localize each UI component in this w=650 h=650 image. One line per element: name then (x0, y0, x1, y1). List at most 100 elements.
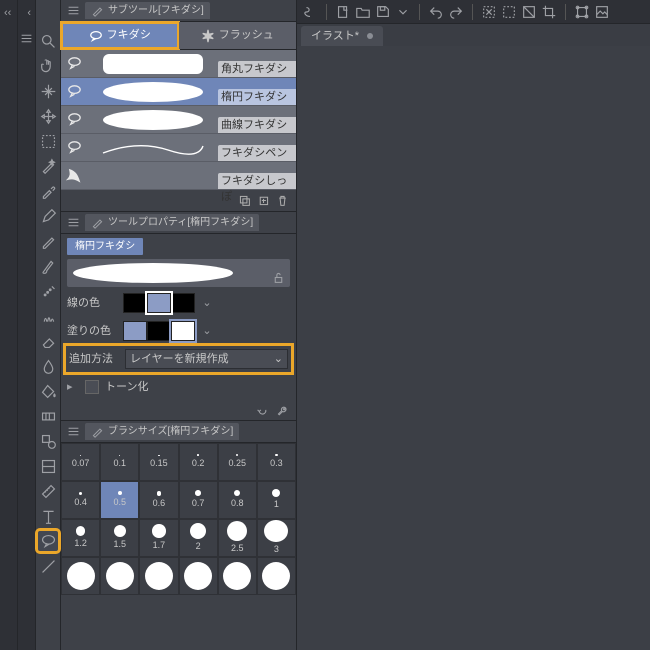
chevron-down-icon[interactable] (394, 3, 412, 21)
brush-size-cell[interactable] (257, 557, 296, 595)
eraser-tool[interactable] (37, 330, 59, 352)
tp-tool-name: 楕円フキダシ (67, 238, 143, 255)
chevron-down-icon[interactable]: ⌄ (201, 296, 213, 310)
brush-size-cell[interactable]: 0.3 (257, 443, 296, 481)
brush-size-cell[interactable]: 1.7 (139, 519, 178, 557)
canvas-area[interactable] (297, 46, 650, 650)
invert-select-icon[interactable] (520, 3, 538, 21)
chevron-down-icon[interactable]: ⌄ (201, 324, 213, 338)
pen-tool[interactable] (37, 205, 59, 227)
app-icon[interactable] (301, 3, 319, 21)
top-toolbar (297, 0, 650, 24)
reset-icon[interactable] (254, 403, 270, 419)
brush-size-cell[interactable]: 2.5 (218, 519, 257, 557)
subtool-category-balloon[interactable]: フキダシ (61, 22, 179, 49)
canvas-icon[interactable] (593, 3, 611, 21)
brush-size-cell[interactable]: 0.4 (61, 481, 100, 519)
brush-size-cell[interactable]: 0.1 (100, 443, 139, 481)
airbrush-tool[interactable] (37, 280, 59, 302)
brush-size-grid: 0.070.10.150.20.250.3 0.40.50.60.70.81 1.2… (61, 443, 296, 595)
brush-size-cell[interactable] (61, 557, 100, 595)
line-color-swatches[interactable] (123, 293, 195, 313)
duplicate-icon[interactable] (255, 192, 271, 208)
balloon-tool[interactable] (37, 530, 59, 552)
deselect-icon[interactable] (480, 3, 498, 21)
brush-size-cell[interactable] (139, 557, 178, 595)
brush-size-cell[interactable] (179, 557, 218, 595)
move-canvas-tool[interactable] (37, 55, 59, 77)
brush-size-cell[interactable]: 0.8 (218, 481, 257, 519)
brush-size-cell[interactable]: 0.25 (218, 443, 257, 481)
subtool-panel-tab[interactable]: サブツール[フキダシ] (85, 2, 210, 19)
tp-tone-row: ▸ トーン化 (67, 375, 290, 399)
select-tool[interactable] (37, 130, 59, 152)
open-icon[interactable] (354, 3, 372, 21)
save-icon[interactable] (374, 3, 392, 21)
copy-icon[interactable] (236, 192, 252, 208)
blend-tool[interactable] (37, 355, 59, 377)
lock-icon[interactable] (270, 269, 286, 285)
undo-icon[interactable] (427, 3, 445, 21)
subtool-list: 角丸フキダシ 楕円フキダシ 曲線フキダシ フキダシペン フキダシしっぽ (61, 50, 296, 190)
brush-size-cell[interactable]: 3 (257, 519, 296, 557)
toolprop-panel-tab[interactable]: ツールプロパティ[楕円フキダシ] (85, 214, 259, 231)
dock-strip[interactable] (18, 0, 36, 650)
menu-icon[interactable] (65, 215, 81, 231)
menu-icon[interactable] (65, 3, 81, 19)
select-all-icon[interactable] (500, 3, 518, 21)
crop-icon[interactable] (540, 3, 558, 21)
brush-size-cell[interactable]: 1 (257, 481, 296, 519)
brush-size-cell[interactable] (218, 557, 257, 595)
deco-tool[interactable] (37, 305, 59, 327)
trash-icon[interactable] (274, 192, 290, 208)
document-tab[interactable]: イラスト* (301, 26, 383, 46)
brush-size-cell[interactable]: 0.15 (139, 443, 178, 481)
tp-line-color-row: 線の色 ⌄ (67, 291, 290, 315)
brush-size-cell[interactable]: 2 (179, 519, 218, 557)
brush-size-cell[interactable]: 0.5 (100, 481, 139, 519)
menu-icon[interactable] (19, 30, 35, 46)
gradient-tool[interactable] (37, 405, 59, 427)
brushsize-panel-header: ブラシサイズ[楕円フキダシ] (61, 421, 296, 443)
brush-size-cell[interactable]: 1.2 (61, 519, 100, 557)
subtool-panel-header: サブツール[フキダシ] (61, 0, 296, 22)
fill-color-swatches[interactable] (123, 321, 195, 341)
wand-tool[interactable] (37, 155, 59, 177)
fill-tool[interactable] (37, 380, 59, 402)
brush-size-cell[interactable]: 0.7 (179, 481, 218, 519)
transform-icon[interactable] (573, 3, 591, 21)
magnifier-tool[interactable] (37, 30, 59, 52)
wrench-icon[interactable] (274, 403, 290, 419)
tp-preview (67, 259, 290, 287)
eyedropper-tool[interactable] (37, 180, 59, 202)
subtool-item-tail[interactable]: フキダシしっぽ (61, 162, 296, 190)
move-tool[interactable] (37, 105, 59, 127)
frame-tool[interactable] (37, 455, 59, 477)
brush-size-cell[interactable]: 0.07 (61, 443, 100, 481)
brush-size-cell[interactable] (100, 557, 139, 595)
tone-checkbox[interactable] (85, 380, 99, 394)
subtool-item-ellipse[interactable]: 楕円フキダシ (61, 78, 296, 106)
redo-icon[interactable] (447, 3, 465, 21)
brush-size-cell[interactable]: 1.5 (100, 519, 139, 557)
brush-size-cell[interactable]: 0.2 (179, 443, 218, 481)
new-icon[interactable] (334, 3, 352, 21)
brushsize-panel-tab[interactable]: ブラシサイズ[楕円フキダシ] (85, 423, 239, 440)
subtool-category-flash[interactable]: フラッシュ (179, 22, 297, 49)
figure-tool[interactable] (37, 430, 59, 452)
balloon-icon (61, 139, 87, 156)
text-tool[interactable] (37, 505, 59, 527)
operation-tool[interactable] (37, 80, 59, 102)
dock-edge-left[interactable] (0, 0, 18, 650)
subtool-item-pen[interactable]: フキダシペン (61, 134, 296, 162)
menu-icon[interactable] (65, 424, 81, 440)
ruler-tool[interactable] (37, 480, 59, 502)
pencil-tool[interactable] (37, 230, 59, 252)
subtool-item-curve[interactable]: 曲線フキダシ (61, 106, 296, 134)
brush-size-cell[interactable]: 0.6 (139, 481, 178, 519)
subtool-item-rounded[interactable]: 角丸フキダシ (61, 50, 296, 78)
add-method-dropdown[interactable]: レイヤーを新規作成 ⌄ (125, 349, 288, 369)
unsaved-dot-icon (367, 33, 373, 39)
brush-tool[interactable] (37, 255, 59, 277)
correct-tool[interactable] (37, 555, 59, 577)
